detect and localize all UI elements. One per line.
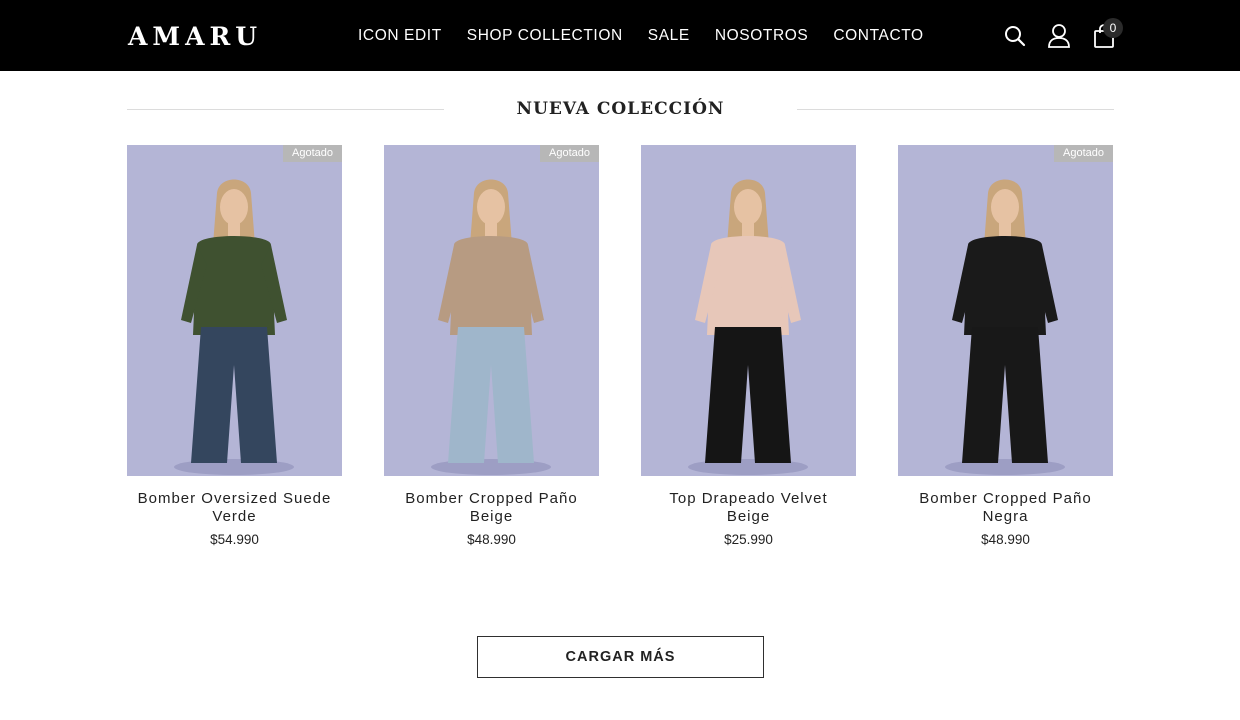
product-image[interactable]: Agotado — [384, 145, 599, 476]
product-image[interactable] — [641, 145, 856, 476]
model-top — [707, 236, 789, 335]
site-header: AMARU ICON EDIT SHOP COLLECTION SALE NOS… — [0, 0, 1240, 71]
title-divider-right — [797, 109, 1114, 110]
product-name[interactable]: Bomber Cropped Paño Beige — [384, 490, 599, 525]
product-price: $54.990 — [210, 532, 259, 547]
model-top — [964, 236, 1046, 335]
product-name[interactable]: Bomber Cropped Paño Negra — [898, 490, 1113, 525]
user-icon[interactable] — [1046, 22, 1072, 50]
product-price: $48.990 — [981, 532, 1030, 547]
model-pants — [448, 327, 534, 463]
brand-logo[interactable]: AMARU — [128, 22, 262, 52]
search-icon[interactable] — [1003, 22, 1029, 50]
nav-item-icon-edit[interactable]: ICON EDIT — [358, 27, 442, 45]
model-face — [220, 189, 248, 225]
model-face — [477, 189, 505, 225]
sold-out-badge: Agotado — [540, 145, 599, 162]
product-image[interactable]: Agotado — [898, 145, 1113, 476]
product-price: $48.990 — [467, 532, 516, 547]
product-card[interactable]: Top Drapeado Velvet Beige $25.990 — [641, 145, 856, 547]
model-neck — [228, 223, 240, 237]
model-neck — [742, 223, 754, 237]
sold-out-badge: Agotado — [283, 145, 342, 162]
product-price: $25.990 — [724, 532, 773, 547]
section-header: NUEVA COLECCIÓN — [127, 96, 1114, 124]
product-name[interactable]: Bomber Oversized Suede Verde — [127, 490, 342, 525]
model-face — [991, 189, 1019, 225]
product-card[interactable]: Agotado Bomber Oversized Suede Verde $54… — [127, 145, 342, 547]
sold-out-badge: Agotado — [1054, 145, 1113, 162]
model-top — [450, 236, 532, 335]
nav-item-shop-collection[interactable]: SHOP COLLECTION — [467, 27, 623, 45]
model-illustration — [945, 179, 1065, 475]
model-illustration — [174, 179, 294, 475]
model-neck — [485, 223, 497, 237]
model-pants — [191, 327, 277, 463]
model-illustration — [688, 179, 808, 475]
model-top — [193, 236, 275, 335]
model-pants — [705, 327, 791, 463]
model-face — [734, 189, 762, 225]
model-neck — [999, 223, 1011, 237]
nav-item-sale[interactable]: SALE — [648, 27, 690, 45]
product-image[interactable]: Agotado — [127, 145, 342, 476]
model-illustration — [431, 179, 551, 475]
cart-count-badge: 0 — [1103, 18, 1123, 38]
product-card[interactable]: Agotado Bomber Cropped Paño Beige $48.99… — [384, 145, 599, 547]
product-name[interactable]: Top Drapeado Velvet Beige — [641, 490, 856, 525]
nav-item-contacto[interactable]: CONTACTO — [833, 27, 923, 45]
nav-item-nosotros[interactable]: NOSOTROS — [715, 27, 809, 45]
model-pants — [962, 327, 1048, 463]
load-more-button[interactable]: CARGAR MÁS — [477, 636, 764, 678]
main-nav: ICON EDIT SHOP COLLECTION SALE NOSOTROS … — [345, 0, 949, 71]
product-card[interactable]: Agotado Bomber Cropped Paño Negra $48.99… — [898, 145, 1113, 547]
